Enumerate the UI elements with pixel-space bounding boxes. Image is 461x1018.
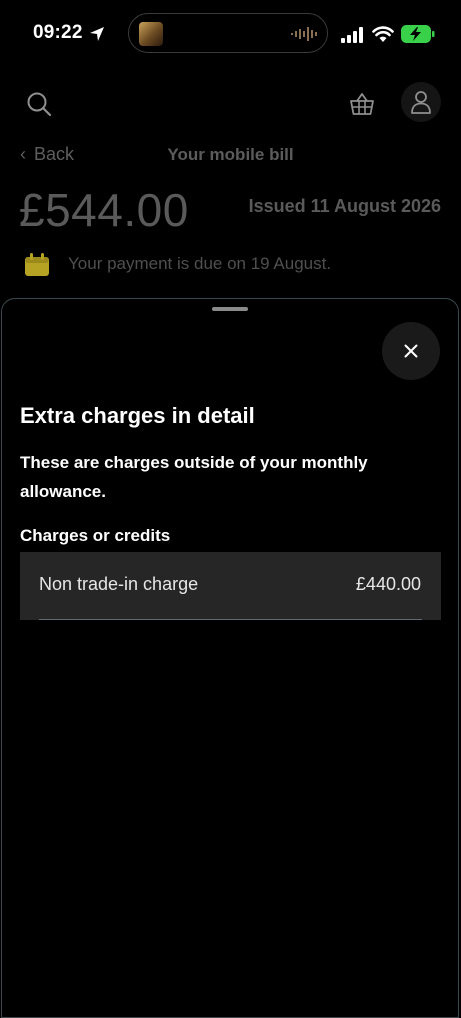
calendar-icon [25,253,49,276]
bill-amount: £544.00 [19,184,189,236]
search-icon[interactable] [25,90,53,118]
sheet-title: Extra charges in detail [20,403,255,428]
payment-due-text: Your payment is due on 19 August. [68,254,332,273]
sheet-drag-handle[interactable] [212,307,248,311]
wifi-icon [372,26,394,42]
audio-wave-icon [291,27,317,41]
row-divider [39,619,422,620]
dynamic-island[interactable] [128,13,328,53]
status-time: 09:22 [33,22,83,43]
cellular-signal-icon [341,27,363,43]
battery-charging-icon [401,25,435,43]
issued-date: Issued 11 August 2026 [248,196,441,216]
basket-icon[interactable] [348,90,376,118]
sheet-description: These are charges outside of your monthl… [20,453,368,501]
now-playing-artwork [139,22,163,46]
charge-amount: £440.00 [355,574,421,594]
charge-row: Non trade-in charge £440.00 [20,552,441,620]
account-icon [411,91,431,114]
location-arrow-icon [90,27,104,41]
close-icon [404,344,418,358]
account-button[interactable] [401,82,441,122]
close-button[interactable] [382,322,440,380]
charges-section-label: Charges or credits [20,526,171,545]
page-title: Your mobile bill [167,145,294,164]
charge-name: Non trade-in charge [39,574,199,594]
